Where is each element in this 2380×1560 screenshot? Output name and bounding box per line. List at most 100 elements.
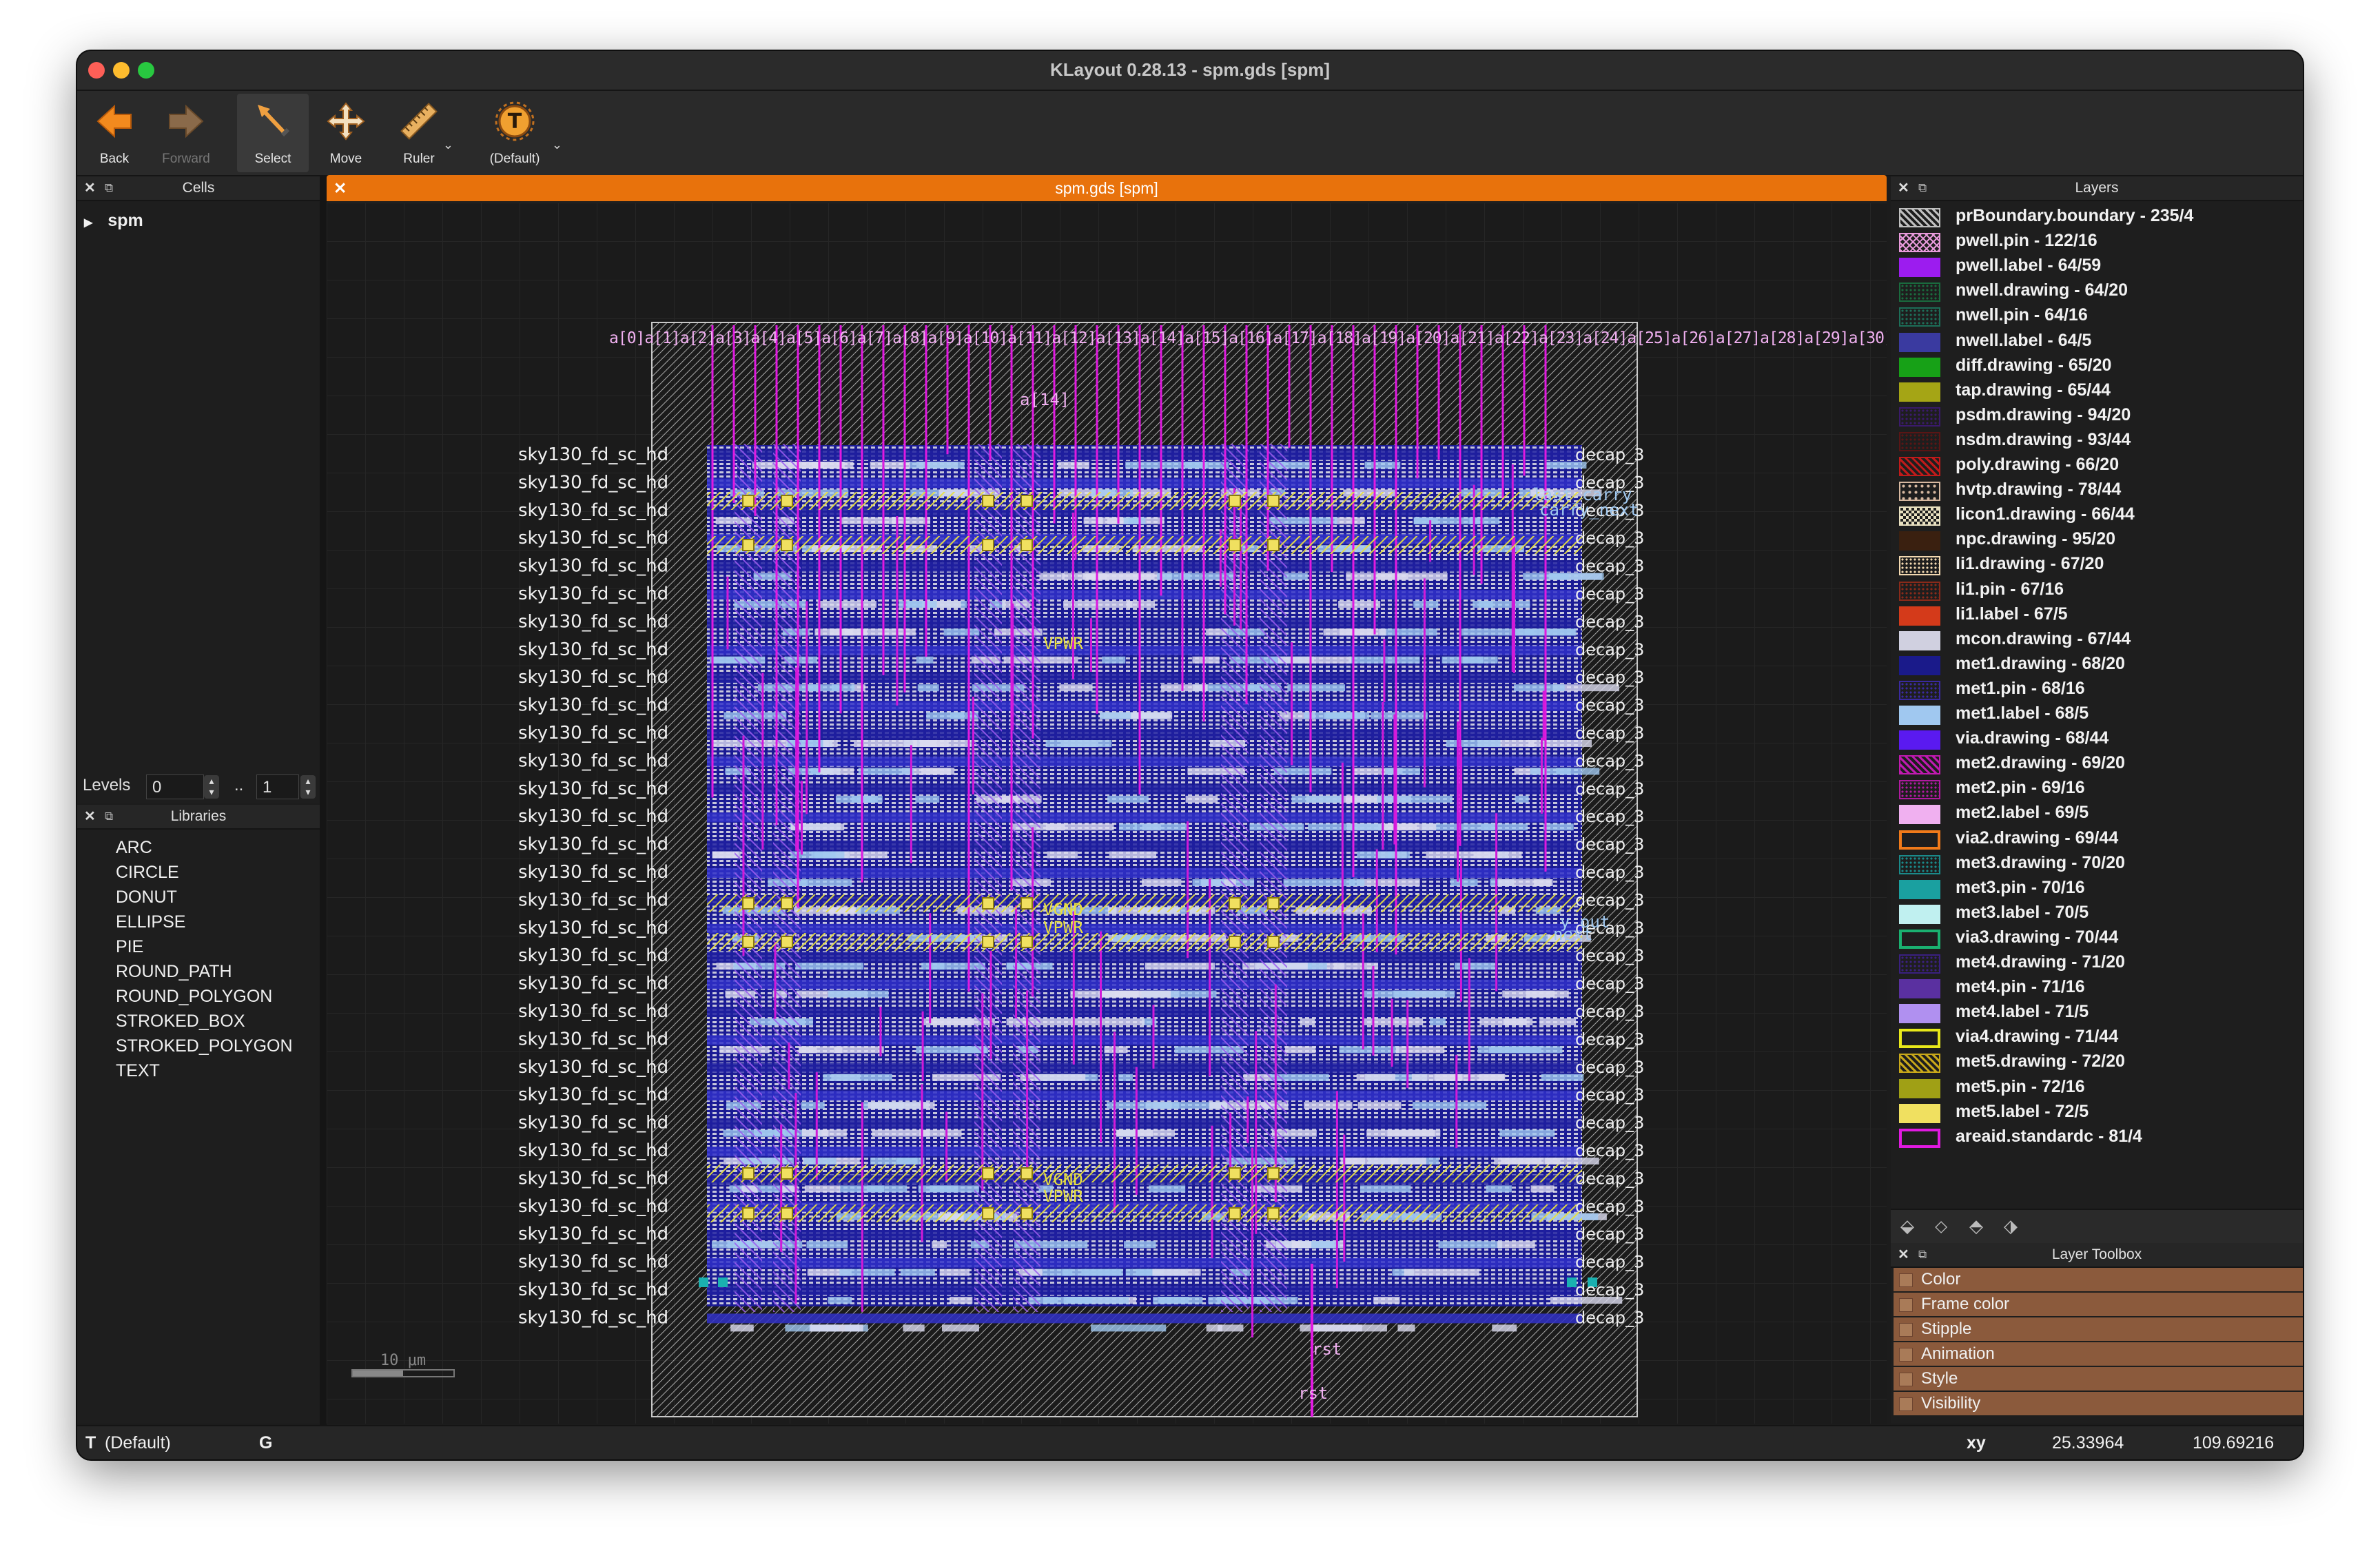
row-li1-segment [1308,823,1383,831]
layer-swatch[interactable] [1899,904,1940,924]
layer-swatch[interactable] [1899,755,1940,775]
library-item[interactable]: CIRCLE [116,863,179,883]
layer-swatch[interactable] [1899,382,1940,402]
layer-swatch[interactable] [1899,332,1940,352]
library-item[interactable]: DONUT [116,887,177,907]
layer-swatch[interactable] [1899,879,1940,899]
layer-swatch[interactable] [1899,307,1940,327]
toolbox-animation[interactable]: Animation [1894,1342,2303,1366]
close-icon[interactable]: ✕ [84,176,96,200]
select-button[interactable]: Select [237,94,309,172]
layer-swatch[interactable] [1899,680,1940,700]
layer-swatch[interactable] [1899,258,1940,278]
layer-swatch[interactable] [1899,954,1940,974]
float-icon[interactable]: ⧉ [1918,1243,1927,1266]
layer-swatch[interactable] [1899,1054,1940,1074]
layer-up-icon[interactable]: ⬘ [1969,1215,1983,1237]
library-item[interactable]: ROUND_POLYGON [116,987,272,1007]
toolbox-stipple[interactable]: Stipple [1894,1317,2303,1341]
row-label-right: decap_3 [1575,528,1644,548]
ruler-button[interactable]: Ruler ⌄ [383,94,455,172]
ruler-dropdown-icon[interactable]: ⌄ [443,138,453,152]
toolbox-frame-color[interactable]: Frame color [1894,1293,2303,1316]
layer-swatch[interactable] [1899,482,1940,502]
toolbox-style[interactable]: Style [1894,1367,2303,1390]
library-item[interactable]: PIE [116,937,143,957]
layer-swatch[interactable] [1899,1078,1940,1098]
close-tab-icon[interactable]: ✕ [334,175,347,201]
layer-swatch[interactable] [1899,1029,1940,1049]
layer-swatch[interactable] [1899,407,1940,427]
layer-down-all-icon[interactable]: ⬦ [1935,1215,1947,1238]
float-icon[interactable]: ⧉ [1918,176,1927,200]
layer-swatch[interactable] [1899,830,1940,850]
layer-swatch[interactable] [1899,929,1940,949]
layer-swatch[interactable] [1899,208,1940,227]
close-icon[interactable]: ✕ [1898,176,1909,200]
layer-swatch[interactable] [1899,581,1940,601]
layer-swatch[interactable] [1899,630,1940,650]
layer-swatch[interactable] [1899,606,1940,626]
back-button[interactable]: Back [80,94,149,172]
library-item[interactable]: ROUND_PATH [116,962,232,982]
row-li1-segment [1312,1324,1388,1332]
toolbox-color[interactable]: Color [1894,1268,2303,1291]
cell-tree-item-spm[interactable]: ▶ spm [84,211,143,231]
default-mode-button[interactable]: T (Default) ⌄ [470,94,562,172]
toolbox-visibility[interactable]: Visibility [1894,1392,2303,1415]
layer-swatch[interactable] [1899,1004,1940,1024]
close-icon[interactable]: ✕ [84,805,96,828]
layer-down-icon[interactable]: ⬙ [1900,1215,1914,1237]
layer-swatch[interactable] [1899,556,1940,576]
library-item[interactable]: TEXT [116,1061,160,1081]
layer-swatch[interactable] [1899,655,1940,675]
move-button[interactable]: Move [311,94,380,172]
layer-swatch[interactable] [1899,1103,1940,1123]
layer-swatch[interactable] [1899,730,1940,750]
main-toolbar: Back Forward Select Move Ruler ⌄ T (Defa… [77,91,2303,176]
layout-tab[interactable]: ✕ spm.gds [spm] [327,175,1887,201]
expand-arrow-icon[interactable]: ▶ [84,217,92,229]
layer-swatch[interactable] [1899,283,1940,302]
library-item[interactable]: STROKED_POLYGON [116,1036,293,1056]
layer-swatch[interactable] [1899,506,1940,526]
met3-pin-block [718,1277,728,1287]
library-item[interactable]: STROKED_BOX [116,1012,245,1032]
row-label-left: sky130_fd_sc_hd [518,1280,668,1300]
layer-swatch[interactable] [1899,979,1940,999]
close-icon[interactable]: ✕ [1898,1243,1909,1266]
library-item[interactable]: ELLIPSE [116,912,185,932]
library-item[interactable]: ARC [116,838,152,858]
row-li1-segment [798,1046,843,1054]
layer-swatch[interactable] [1899,531,1940,551]
layer-swatch[interactable] [1899,431,1940,451]
splitter[interactable] [320,176,327,1425]
layout-canvas[interactable]: sky130_fd_sc_hd decap_3 sky130_fd_sc_hd dec… [327,203,1887,1424]
layer-swatch[interactable] [1899,233,1940,253]
expand-icon [1899,1348,1913,1362]
row-li1-segment [1142,879,1182,886]
layer-swatch[interactable] [1899,780,1940,800]
row-li1-segment [1481,823,1528,831]
layer-swatch[interactable] [1899,805,1940,825]
float-icon[interactable]: ⧉ [105,176,113,200]
select-label: Select [254,152,291,166]
row-label-right: decap_3 [1575,1002,1644,1021]
layer-swatch[interactable] [1899,1128,1940,1148]
level-to-input[interactable]: 1 [256,774,299,799]
layer-swatch[interactable] [1899,357,1940,377]
row-li1-segment [1161,684,1208,692]
forward-button[interactable]: Forward [150,94,222,172]
level-from-stepper-icon[interactable]: ▴ ▾ [204,775,219,799]
level-to-stepper-icon[interactable]: ▴ ▾ [300,775,316,799]
back-arrow-icon [96,104,132,138]
layer-up-all-icon[interactable]: ⬗ [2004,1215,2018,1237]
default-mode-dropdown-icon[interactable]: ⌄ [552,138,562,152]
via4-marker [742,936,755,948]
row-li1-segment [1278,656,1352,664]
layer-swatch[interactable] [1899,457,1940,476]
layer-swatch[interactable] [1899,706,1940,725]
layer-swatch[interactable] [1899,854,1940,874]
level-from-input[interactable]: 0 [146,774,204,799]
float-icon[interactable]: ⧉ [105,805,113,828]
